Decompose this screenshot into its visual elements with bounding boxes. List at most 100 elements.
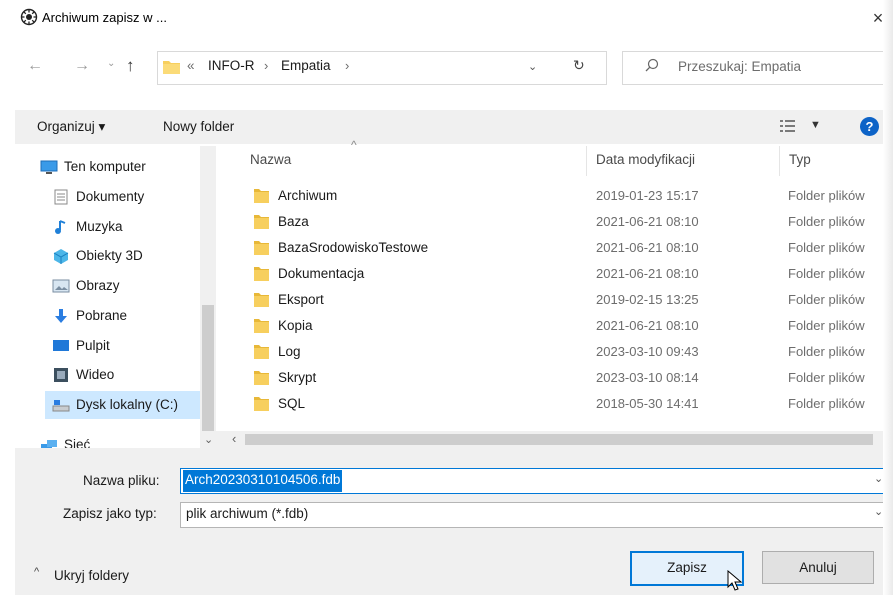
folder-icon bbox=[254, 240, 269, 255]
save-type-value[interactable]: plik archiwum (*.fdb) bbox=[186, 506, 308, 521]
file-name: Baza bbox=[278, 214, 309, 229]
file-date: 2023-03-10 08:14 bbox=[596, 370, 699, 385]
file-name: Eksport bbox=[278, 292, 324, 307]
search-icon bbox=[645, 58, 659, 72]
breadcrumb-info-r[interactable]: INFO-R bbox=[208, 58, 255, 73]
file-date: 2019-01-23 15:17 bbox=[596, 188, 699, 203]
command-bar bbox=[15, 110, 893, 144]
file-date: 2021-06-21 08:10 bbox=[596, 318, 699, 333]
sidebar-item-label: Dysk lokalny (C:) bbox=[76, 397, 179, 412]
view-options-icon[interactable] bbox=[780, 119, 796, 133]
filename-label: Nazwa pliku: bbox=[83, 473, 160, 488]
downloads-icon bbox=[52, 308, 70, 324]
list-item[interactable]: Skrypt 2023-03-10 08:14 Folder plików bbox=[236, 365, 893, 391]
column-header-type[interactable]: Typ bbox=[789, 152, 811, 167]
sidebar-item-label: Pulpit bbox=[76, 338, 110, 353]
sidebar-item-label: Dokumenty bbox=[76, 189, 145, 204]
folder-icon bbox=[254, 370, 269, 385]
file-name: Dokumentacja bbox=[278, 266, 365, 281]
list-item[interactable]: Dokumentacja 2021-06-21 08:10 Folder plikó… bbox=[236, 261, 893, 287]
hide-folders-button[interactable]: Ukryj foldery bbox=[54, 568, 129, 583]
mouse-cursor-icon bbox=[727, 569, 743, 592]
navigation-scroll-thumb[interactable] bbox=[202, 305, 214, 431]
folder-icon bbox=[254, 344, 269, 359]
documents-icon bbox=[52, 189, 70, 205]
breadcrumb-separator[interactable]: › bbox=[264, 58, 268, 73]
file-name: Skrypt bbox=[278, 370, 317, 385]
window-title: Archiwum zapisz w ... bbox=[42, 10, 167, 25]
breadcrumb-overflow[interactable]: « bbox=[187, 58, 195, 73]
list-item[interactable]: Archiwum 2019-01-23 15:17 Folder plików bbox=[236, 183, 893, 209]
file-date: 2021-06-21 08:10 bbox=[596, 240, 699, 255]
folder-icon bbox=[254, 266, 269, 281]
file-type: Folder plików bbox=[788, 188, 865, 203]
list-item[interactable]: Kopia 2021-06-21 08:10 Folder plików bbox=[236, 313, 893, 339]
3d-objects-icon bbox=[52, 248, 70, 264]
up-folder-icon[interactable]: ↑ bbox=[126, 56, 135, 76]
view-dropdown-icon[interactable]: ▼ bbox=[810, 119, 821, 131]
list-item[interactable]: Eksport 2019-02-15 13:25 Folder plików bbox=[236, 287, 893, 313]
window-edge bbox=[883, 0, 893, 595]
file-name: Kopia bbox=[278, 318, 313, 333]
folder-icon bbox=[254, 214, 269, 229]
filename-dropdown-icon[interactable]: ⌄ bbox=[874, 472, 883, 485]
file-date: 2019-02-15 13:25 bbox=[596, 292, 699, 307]
file-name: SQL bbox=[278, 396, 306, 411]
scroll-left-icon[interactable]: ‹ bbox=[232, 431, 236, 446]
breadcrumb-separator[interactable]: › bbox=[345, 58, 349, 73]
back-icon[interactable]: ← bbox=[27, 57, 43, 75]
file-type: Folder plików bbox=[788, 292, 865, 307]
file-date: 2023-03-10 09:43 bbox=[596, 344, 699, 359]
sidebar-item-dysk-lokalny-c[interactable]: Dysk lokalny (C:) bbox=[45, 391, 200, 419]
list-item[interactable]: SQL 2018-05-30 14:41 Folder plików bbox=[236, 391, 893, 417]
list-item[interactable]: Baza 2021-06-21 08:10 Folder plików bbox=[236, 209, 893, 235]
address-dropdown-icon[interactable]: ⌄ bbox=[528, 60, 537, 73]
file-date: 2018-05-30 14:41 bbox=[596, 396, 699, 411]
hscroll-thumb[interactable] bbox=[245, 434, 873, 445]
organize-menu[interactable]: Organizuj ▾ bbox=[37, 119, 105, 135]
file-type: Folder plików bbox=[788, 214, 865, 229]
search-input[interactable]: Przeszukaj: Empatia bbox=[678, 59, 801, 74]
file-date: 2021-06-21 08:10 bbox=[596, 266, 699, 281]
scroll-down-icon[interactable]: ⌄ bbox=[204, 433, 213, 446]
breadcrumb-empatia[interactable]: Empatia bbox=[281, 58, 331, 73]
file-name: BazaSrodowiskoTestowe bbox=[278, 240, 429, 255]
sort-indicator-icon: ^ bbox=[351, 138, 357, 152]
sidebar-item-label: Obiekty 3D bbox=[76, 248, 143, 263]
sidebar-item-label: Pobrane bbox=[76, 308, 128, 323]
sidebar-item-label: Wideo bbox=[76, 367, 115, 382]
column-divider[interactable] bbox=[779, 146, 780, 176]
filename-input[interactable]: Arch20230310104506.fdb bbox=[183, 470, 343, 492]
pictures-icon bbox=[52, 278, 70, 294]
help-icon[interactable]: ? bbox=[860, 117, 879, 136]
desktop-icon bbox=[52, 338, 70, 354]
list-item[interactable]: BazaSrodowiskoTestowe 2021-06-21 08:10 Fol… bbox=[236, 235, 893, 261]
save-type-dropdown-icon[interactable]: ⌄ bbox=[874, 505, 883, 518]
new-folder-button[interactable]: Nowy folder bbox=[163, 119, 234, 134]
file-date: 2021-06-21 08:10 bbox=[596, 214, 699, 229]
computer-icon bbox=[40, 159, 58, 175]
hide-folders-icon[interactable]: ^ bbox=[34, 566, 39, 578]
forward-icon[interactable]: → bbox=[74, 57, 90, 75]
recent-locations-icon[interactable]: ⌄ bbox=[107, 58, 115, 69]
file-type: Folder plików bbox=[788, 318, 865, 333]
sidebar-item-label: Muzyka bbox=[76, 219, 123, 234]
folder-icon bbox=[163, 59, 180, 74]
folder-icon bbox=[254, 292, 269, 307]
file-name: Log bbox=[278, 344, 301, 359]
folder-icon bbox=[254, 188, 269, 203]
list-item[interactable]: Log 2023-03-10 09:43 Folder plików bbox=[236, 339, 893, 365]
file-type: Folder plików bbox=[788, 240, 865, 255]
column-divider[interactable] bbox=[586, 146, 587, 176]
column-header-name[interactable]: Nazwa bbox=[250, 152, 291, 167]
refresh-icon[interactable]: ↻ bbox=[573, 57, 585, 74]
file-name: Archiwum bbox=[278, 188, 338, 203]
file-type: Folder plików bbox=[788, 344, 865, 359]
folder-icon bbox=[254, 318, 269, 333]
column-header-date[interactable]: Data modyfikacji bbox=[596, 152, 695, 167]
cancel-button[interactable]: Anuluj bbox=[762, 551, 874, 584]
save-type-label: Zapisz jako typ: bbox=[63, 506, 157, 521]
drive-icon bbox=[52, 397, 70, 413]
file-type: Folder plików bbox=[788, 370, 865, 385]
sidebar-item-label: Obrazy bbox=[76, 278, 120, 293]
